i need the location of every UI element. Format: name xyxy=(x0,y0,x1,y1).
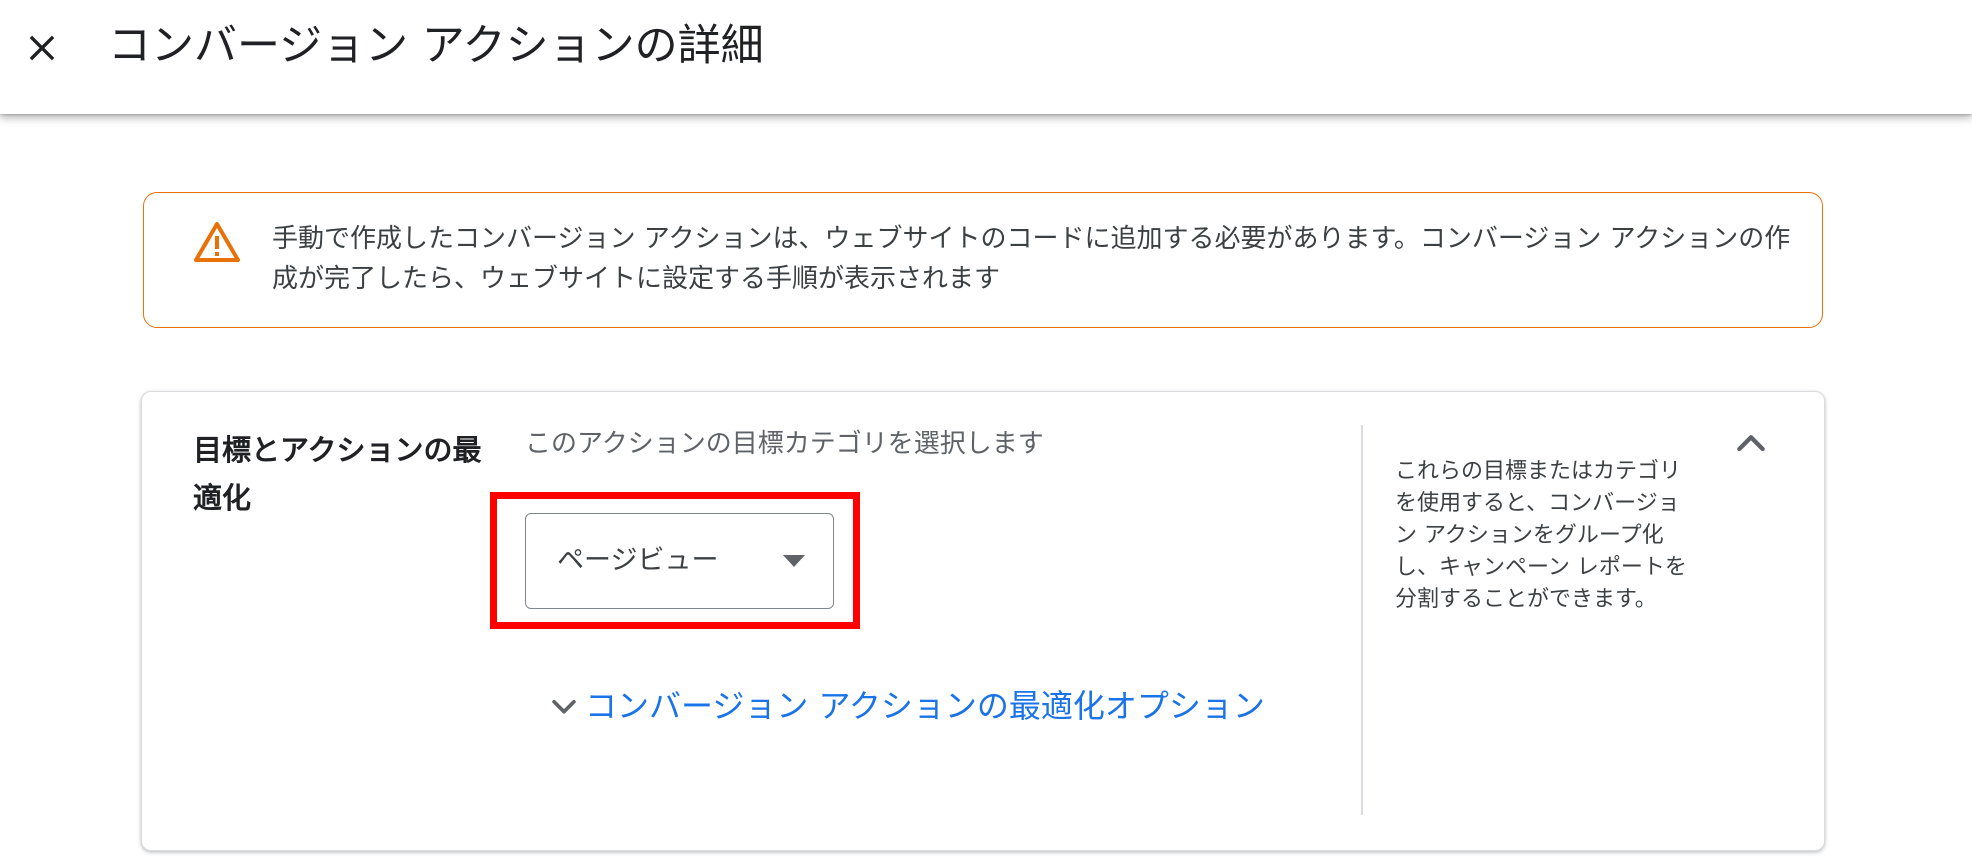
collapse-button[interactable] xyxy=(1727,420,1775,468)
help-text: これらの目標またはカテゴリを使用すると、コンバージョン アクションをグループ化し… xyxy=(1395,459,1687,612)
page-header: コンバージョン アクションの詳細 xyxy=(0,0,1972,114)
close-icon xyxy=(29,35,55,61)
optimization-options-label: コンバージョン アクションの最適化オプション xyxy=(585,687,1265,725)
dropdown-arrow-icon xyxy=(783,555,805,567)
goal-category-prompt: このアクションの目標カテゴリを選択します xyxy=(525,429,1044,459)
optimization-options-link[interactable]: コンバージョン アクションの最適化オプション xyxy=(547,683,1265,729)
goal-category-dropdown[interactable]: ページビュー xyxy=(525,513,834,609)
section-title: 目標とアクションの最適化 xyxy=(193,433,482,515)
chevron-down-icon xyxy=(552,699,576,714)
close-button[interactable] xyxy=(16,22,68,74)
warning-icon xyxy=(194,222,240,262)
vertical-divider xyxy=(1361,425,1363,815)
goal-and-optimization-card: 目標とアクションの最適化 このアクションの目標カテゴリを選択します ページビュー… xyxy=(141,391,1825,851)
chevron-up-icon xyxy=(1737,435,1765,452)
warning-banner: 手動で作成したコンバージョン アクションは、ウェブサイトのコードに追加する必要が… xyxy=(143,192,1823,328)
dropdown-selected-value: ページビュー xyxy=(557,545,719,576)
page-title: コンバージョン アクションの詳細 xyxy=(108,21,764,71)
warning-text: 手動で作成したコンバージョン アクションは、ウェブサイトのコードに追加する必要が… xyxy=(272,224,1791,294)
